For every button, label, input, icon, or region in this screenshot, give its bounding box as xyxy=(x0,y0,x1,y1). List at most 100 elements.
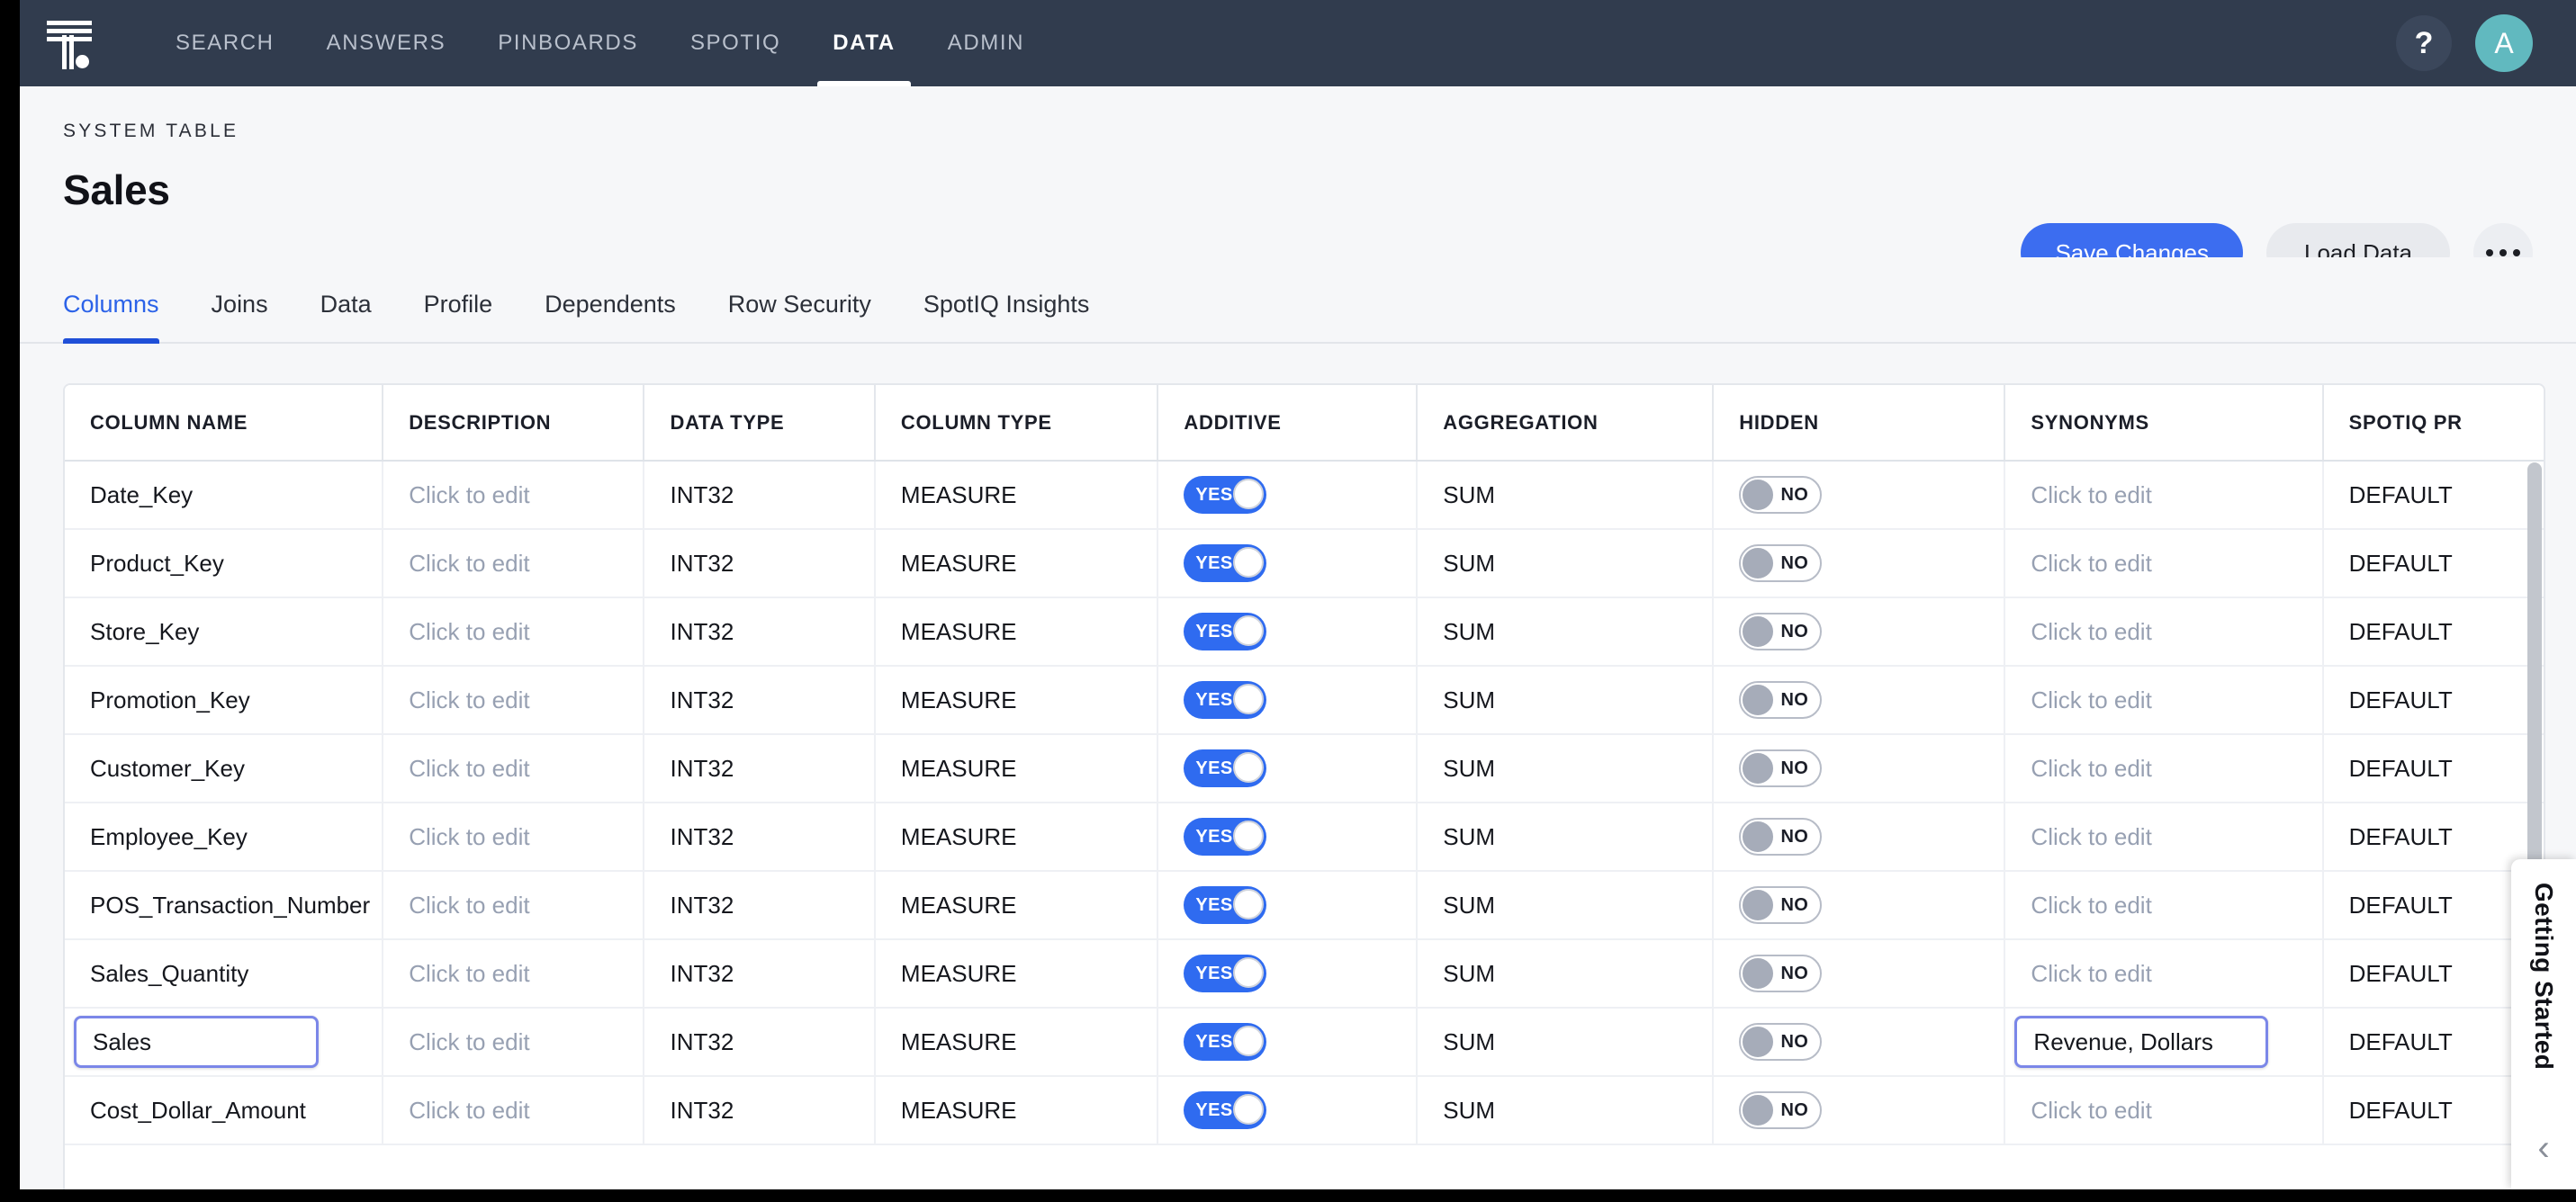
cell-synonyms[interactable]: Click to edit xyxy=(2004,1076,2324,1145)
cell-column-type[interactable]: MEASURE xyxy=(874,1076,1159,1145)
getting-started-panel[interactable]: Getting Started ‹ xyxy=(2511,859,2576,1189)
tab-data[interactable]: Data xyxy=(320,291,372,342)
avatar[interactable]: A xyxy=(2475,14,2533,72)
cell-description[interactable]: Click to edit xyxy=(383,529,645,598)
table-row[interactable]: Product_Key Click to edit INT32 MEASURE YES S… xyxy=(65,529,2544,598)
th-data-type[interactable]: DATA TYPE xyxy=(644,385,876,462)
hidden-toggle[interactable]: NO xyxy=(1739,818,1823,856)
tab-joins[interactable]: Joins xyxy=(212,291,268,342)
cell-column-name[interactable]: Employee_Key xyxy=(65,803,384,872)
column-name-input[interactable]: Sales xyxy=(74,1016,319,1068)
additive-toggle[interactable]: YES xyxy=(1184,476,1267,514)
additive-toggle[interactable]: YES xyxy=(1184,886,1267,924)
cell-column-name[interactable]: Cost_Dollar_Amount xyxy=(65,1076,384,1145)
help-question-icon[interactable]: ? xyxy=(2396,15,2452,71)
cell-column-type[interactable]: MEASURE xyxy=(874,939,1159,1009)
cell-column-name[interactable]: Sales_Quantity xyxy=(65,939,384,1009)
hidden-toggle[interactable]: NO xyxy=(1739,613,1823,650)
hidden-toggle[interactable]: NO xyxy=(1739,476,1823,514)
table-vertical-scrollbar-thumb[interactable] xyxy=(2527,462,2542,916)
cell-column-name[interactable]: Customer_Key xyxy=(65,734,384,803)
table-row[interactable]: Cost_Dollar_Amount Click to edit INT32 MEAS… xyxy=(65,1076,2544,1145)
th-spotiq-pr[interactable]: SPOTIQ PR xyxy=(2322,385,2544,462)
th-column-name[interactable]: COLUMN NAME xyxy=(65,385,384,462)
th-description[interactable]: DESCRIPTION xyxy=(383,385,645,462)
table-row[interactable]: Customer_Key Click to edit INT32 MEASURE YES… xyxy=(65,734,2544,803)
cell-column-name[interactable]: Sales xyxy=(65,1008,384,1077)
hidden-toggle[interactable]: NO xyxy=(1739,955,1823,992)
additive-toggle[interactable]: YES xyxy=(1184,1091,1267,1129)
additive-toggle[interactable]: YES xyxy=(1184,544,1267,582)
cell-description[interactable]: Click to edit xyxy=(383,666,645,735)
cell-aggregation[interactable]: SUM xyxy=(1417,1076,1715,1145)
cell-column-name[interactable]: Product_Key xyxy=(65,529,384,598)
th-synonyms[interactable]: SYNONYMS xyxy=(2004,385,2324,462)
nav-item-pinboards[interactable]: PINBOARDS xyxy=(472,0,664,86)
additive-toggle[interactable]: YES xyxy=(1184,955,1267,992)
hidden-toggle[interactable]: NO xyxy=(1739,1091,1823,1129)
table-row[interactable]: Sales Click to edit INT32 MEASURE YES SUM NO Re… xyxy=(65,1008,2544,1077)
thoughtspot-logo-icon[interactable] xyxy=(40,15,99,71)
cell-description[interactable]: Click to edit xyxy=(383,1076,645,1145)
nav-item-search[interactable]: SEARCH xyxy=(149,0,301,86)
cell-spotiq-preference[interactable]: DEFAULT xyxy=(2322,734,2544,803)
th-column-type[interactable]: COLUMN TYPE xyxy=(874,385,1159,462)
cell-column-type[interactable]: MEASURE xyxy=(874,666,1159,735)
additive-toggle[interactable]: YES xyxy=(1184,749,1267,787)
th-hidden[interactable]: HIDDEN xyxy=(1713,385,2006,462)
hidden-toggle[interactable]: NO xyxy=(1739,544,1823,582)
th-aggregation[interactable]: AGGREGATION xyxy=(1417,385,1715,462)
cell-column-name[interactable]: Store_Key xyxy=(65,597,384,667)
cell-column-name[interactable]: Promotion_Key xyxy=(65,666,384,735)
cell-aggregation[interactable]: SUM xyxy=(1417,734,1715,803)
cell-synonyms[interactable]: Click to edit xyxy=(2004,871,2324,940)
cell-description[interactable]: Click to edit xyxy=(383,871,645,940)
cell-synonyms[interactable]: Click to edit xyxy=(2004,461,2324,530)
cell-column-type[interactable]: MEASURE xyxy=(874,1008,1159,1077)
cell-synonyms[interactable]: Click to edit xyxy=(2004,803,2324,872)
cell-description[interactable]: Click to edit xyxy=(383,597,645,667)
table-row[interactable]: Promotion_Key Click to edit INT32 MEASURE YE… xyxy=(65,666,2544,735)
cell-aggregation[interactable]: SUM xyxy=(1417,871,1715,940)
cell-column-name[interactable]: Date_Key xyxy=(65,461,384,530)
hidden-toggle[interactable]: NO xyxy=(1739,886,1823,924)
tab-spotiq-insights[interactable]: SpotIQ Insights xyxy=(923,291,1090,342)
cell-synonyms[interactable]: Click to edit xyxy=(2004,939,2324,1009)
table-row[interactable]: POS_Transaction_Number Click to edit INT32… xyxy=(65,871,2544,940)
table-row[interactable]: Employee_Key Click to edit INT32 MEASURE YES… xyxy=(65,803,2544,872)
cell-spotiq-preference[interactable]: DEFAULT xyxy=(2322,666,2544,735)
nav-item-admin[interactable]: ADMIN xyxy=(922,0,1050,86)
cell-column-type[interactable]: MEASURE xyxy=(874,597,1159,667)
cell-description[interactable]: Click to edit xyxy=(383,939,645,1009)
cell-description[interactable]: Click to edit xyxy=(383,461,645,530)
cell-spotiq-preference[interactable]: DEFAULT xyxy=(2322,461,2544,530)
cell-description[interactable]: Click to edit xyxy=(383,803,645,872)
tab-columns[interactable]: Columns xyxy=(63,291,159,344)
cell-aggregation[interactable]: SUM xyxy=(1417,1008,1715,1077)
cell-spotiq-preference[interactable]: DEFAULT xyxy=(2322,529,2544,598)
cell-aggregation[interactable]: SUM xyxy=(1417,461,1715,530)
tab-dependents[interactable]: Dependents xyxy=(545,291,676,342)
table-row[interactable]: Store_Key Click to edit INT32 MEASURE YES SUM… xyxy=(65,597,2544,667)
cell-aggregation[interactable]: SUM xyxy=(1417,597,1715,667)
cell-synonyms[interactable]: Click to edit xyxy=(2004,666,2324,735)
hidden-toggle[interactable]: NO xyxy=(1739,749,1823,787)
cell-description[interactable]: Click to edit xyxy=(383,1008,645,1077)
cell-spotiq-preference[interactable]: DEFAULT xyxy=(2322,597,2544,667)
cell-column-type[interactable]: MEASURE xyxy=(874,529,1159,598)
additive-toggle[interactable]: YES xyxy=(1184,818,1267,856)
th-additive[interactable]: ADDITIVE xyxy=(1157,385,1419,462)
cell-description[interactable]: Click to edit xyxy=(383,734,645,803)
nav-item-spotiq[interactable]: SPOTIQ xyxy=(664,0,806,86)
additive-toggle[interactable]: YES xyxy=(1184,681,1267,719)
cell-synonyms[interactable]: Click to edit xyxy=(2004,597,2324,667)
hidden-toggle[interactable]: NO xyxy=(1739,1023,1823,1061)
cell-column-type[interactable]: MEASURE xyxy=(874,871,1159,940)
hidden-toggle[interactable]: NO xyxy=(1739,681,1823,719)
cell-column-type[interactable]: MEASURE xyxy=(874,803,1159,872)
additive-toggle[interactable]: YES xyxy=(1184,613,1267,650)
cell-aggregation[interactable]: SUM xyxy=(1417,803,1715,872)
table-row[interactable]: Date_Key Click to edit INT32 MEASURE YES SUM N… xyxy=(65,461,2544,530)
additive-toggle[interactable]: YES xyxy=(1184,1023,1267,1061)
cell-aggregation[interactable]: SUM xyxy=(1417,666,1715,735)
